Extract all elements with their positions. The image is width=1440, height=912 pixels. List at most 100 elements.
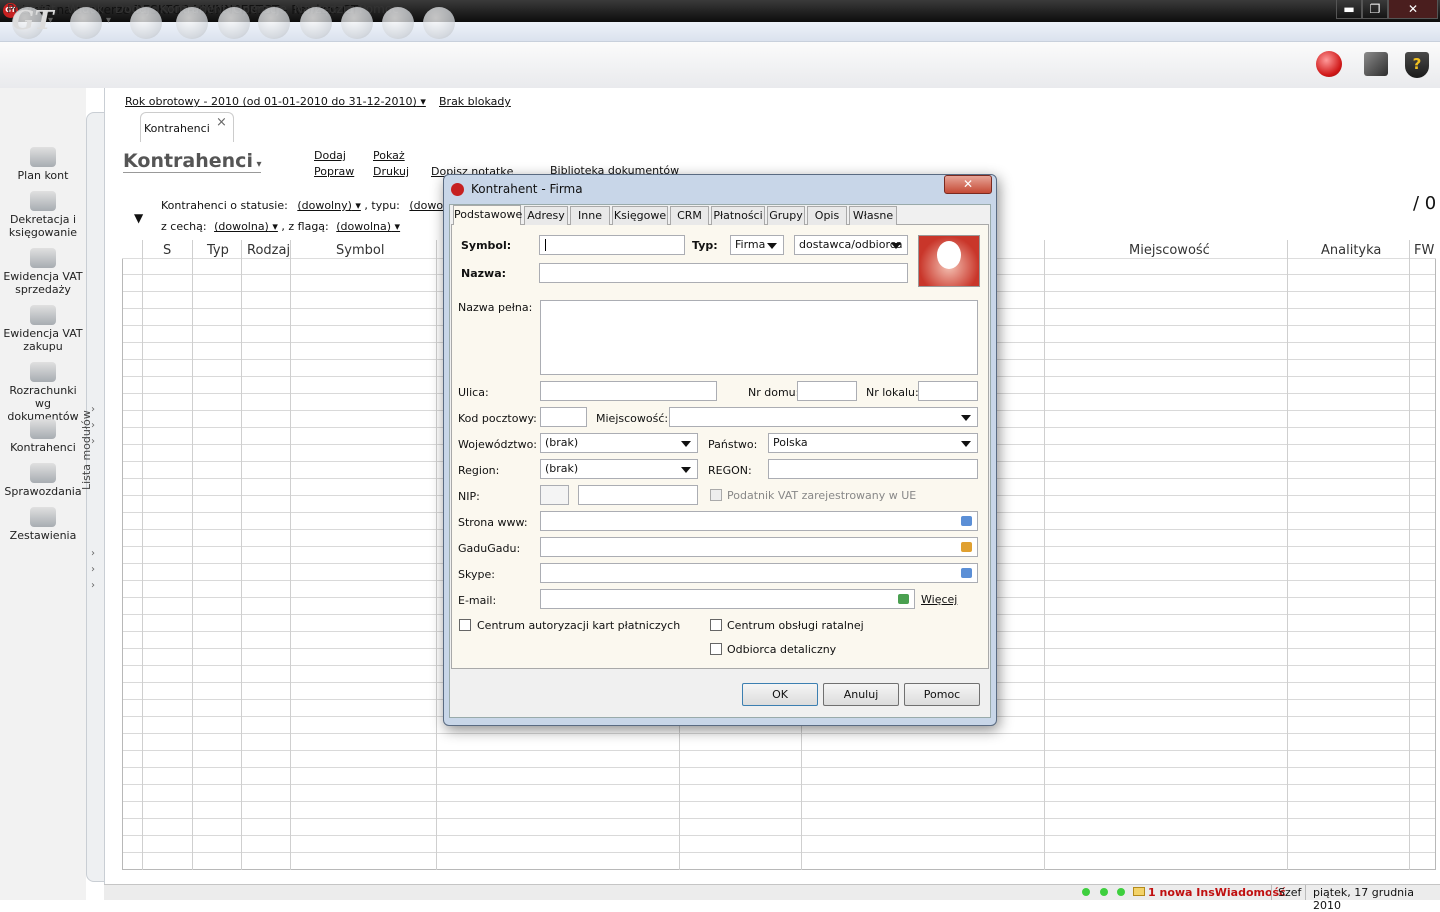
minimize-button[interactable]: ▬ [1336,0,1362,19]
tab-inne[interactable]: Inne [570,206,610,225]
documents-icon[interactable] [300,7,332,39]
dialog-close-button[interactable]: ✕ [944,175,992,194]
regon-label: REGON: [708,464,752,477]
sidebar-item-zestawienia[interactable]: Zestawienia [0,507,86,542]
chevron-right-icon: › [91,420,95,431]
tab-close-icon[interactable]: × [216,115,227,130]
tab-adresy[interactable]: Adresy [524,206,568,225]
fiscal-year-link[interactable]: Rok obrotowy - 2010 (od 01-01-2010 do 31… [125,95,426,108]
full-name-textarea[interactable] [540,300,978,375]
collapse-filter-icon[interactable]: ▼ [134,211,143,225]
tab-ksiegowe[interactable]: Księgowe [612,206,668,225]
import-icon[interactable] [382,7,414,39]
print-link[interactable]: Drukuj [373,165,409,178]
cakp-checkbox[interactable] [459,619,471,631]
column-header-rodzaj[interactable]: Rodzaj [247,243,290,258]
show-link[interactable]: Pokaż [373,149,405,162]
box-icon[interactable] [1364,52,1388,76]
open-icon[interactable] [70,7,111,39]
column-header-symbol[interactable]: Symbol [336,243,384,258]
notification-link[interactable]: 1 nowa InsWiadomość [1148,886,1286,899]
sidebar-item-dekretacja[interactable]: Dekretacja i księgowanie [0,191,86,239]
name-input[interactable] [539,263,908,283]
column-header-typ[interactable]: Typ [207,243,229,258]
street-input[interactable] [540,381,717,401]
print-icon[interactable] [130,7,162,39]
feature-filter[interactable]: (dowolna) ▾ [214,220,278,233]
add-link[interactable]: Dodaj [314,149,346,162]
country-select[interactable]: Polska [768,433,978,453]
postal-code-input[interactable] [540,407,587,427]
voivodeship-label: Województwo: [458,438,538,451]
person-icon [937,241,961,269]
sidebar-item-kontrahenci[interactable]: Kontrahenci [0,419,86,454]
globe-icon[interactable] [423,7,455,39]
page-title[interactable]: Kontrahenci ▾ [123,150,262,173]
country-label: Państwo: [708,438,758,451]
envelope-icon[interactable] [1133,887,1145,896]
edit-link[interactable]: Popraw [314,165,354,178]
maximize-button[interactable]: ❐ [1362,0,1388,19]
regon-input[interactable] [768,459,978,479]
help-shield-icon[interactable]: ? [1405,52,1429,78]
column-header-s[interactable]: S [163,243,171,258]
sidebar-item-plan-kont[interactable]: Plan kont [0,147,86,182]
city-select[interactable] [669,407,978,427]
full-name-label: Nazwa pełna: [458,301,533,314]
tab-podstawowe[interactable]: Podstawowe [453,205,522,225]
eraser-icon[interactable] [176,7,208,39]
name-label: Nazwa: [461,267,507,280]
apartment-number-input[interactable] [918,381,978,401]
tab-grupy[interactable]: Grupy [767,206,805,225]
edit-icon[interactable] [218,7,250,39]
postal-code-label: Kod pocztowy: [458,412,537,425]
house-number-input[interactable] [797,381,857,401]
tab-platnosci[interactable]: Płatności [711,206,765,225]
email-input[interactable] [540,589,915,609]
sidebar-item-rozrachunki[interactable]: Rozrachunki wg dokumentów [0,362,86,423]
gg-input[interactable] [540,537,978,557]
skype-icon[interactable] [961,568,972,578]
skype-input[interactable] [540,563,978,583]
more-link[interactable]: Więcej [921,593,957,606]
voivodeship-select[interactable]: (brak) [540,433,698,453]
column-header-miejscowosc[interactable]: Miejscowość [1129,243,1210,258]
sidebar-item-vat-sprzedazy[interactable]: Ewidencja VAT sprzedaży [0,248,86,296]
column-header-fw[interactable]: FW [1414,243,1434,258]
dialog-app-icon [451,183,464,196]
gg-icon[interactable] [961,542,972,552]
open-link-icon[interactable] [961,516,972,526]
gt-logo: GT [12,6,54,36]
tab-crm[interactable]: CRM [670,206,709,225]
www-input[interactable] [540,511,978,531]
region-select[interactable]: (brak) [540,459,698,479]
skype-label: Skype: [458,568,495,581]
status-separator [1271,885,1272,900]
dialog-title: Kontrahent - Firma [471,182,583,196]
cancel-button[interactable]: Anuluj [823,683,899,706]
vat-ue-checkbox[interactable] [710,489,722,501]
send-email-icon[interactable] [898,594,909,604]
column-header-analityka[interactable]: Analityka [1321,243,1381,258]
type-select[interactable]: Firma [730,235,784,255]
status-filter[interactable]: (dowolny) ▾ [297,199,361,212]
nip-input[interactable] [578,485,698,505]
retail-checkbox[interactable] [710,643,722,655]
sidebar-item-sprawozdania[interactable]: Sprawozdania [0,463,86,498]
lock-status-link[interactable]: Brak blokady [439,95,511,108]
sidebar-item-vat-zakupu[interactable]: Ewidencja VAT zakupu [0,305,86,353]
cor-checkbox[interactable] [710,619,722,631]
alert-icon[interactable] [1316,51,1342,77]
ok-button[interactable]: OK [742,683,818,706]
flag-filter[interactable]: (dowolna) ▾ [336,220,400,233]
tab-wlasne[interactable]: Własne [849,206,897,225]
nip-prefix-input[interactable] [540,485,569,505]
tab-opis[interactable]: Opis [807,206,847,225]
symbol-input[interactable] [539,235,685,255]
kind-select[interactable]: dostawca/odbiorca [794,235,908,255]
coins-icon[interactable] [258,7,290,39]
help-button[interactable]: Pomoc [904,683,980,706]
send-icon[interactable] [341,7,373,39]
vat-purchase-icon [30,305,56,325]
close-button[interactable]: ✕ [1388,0,1438,19]
